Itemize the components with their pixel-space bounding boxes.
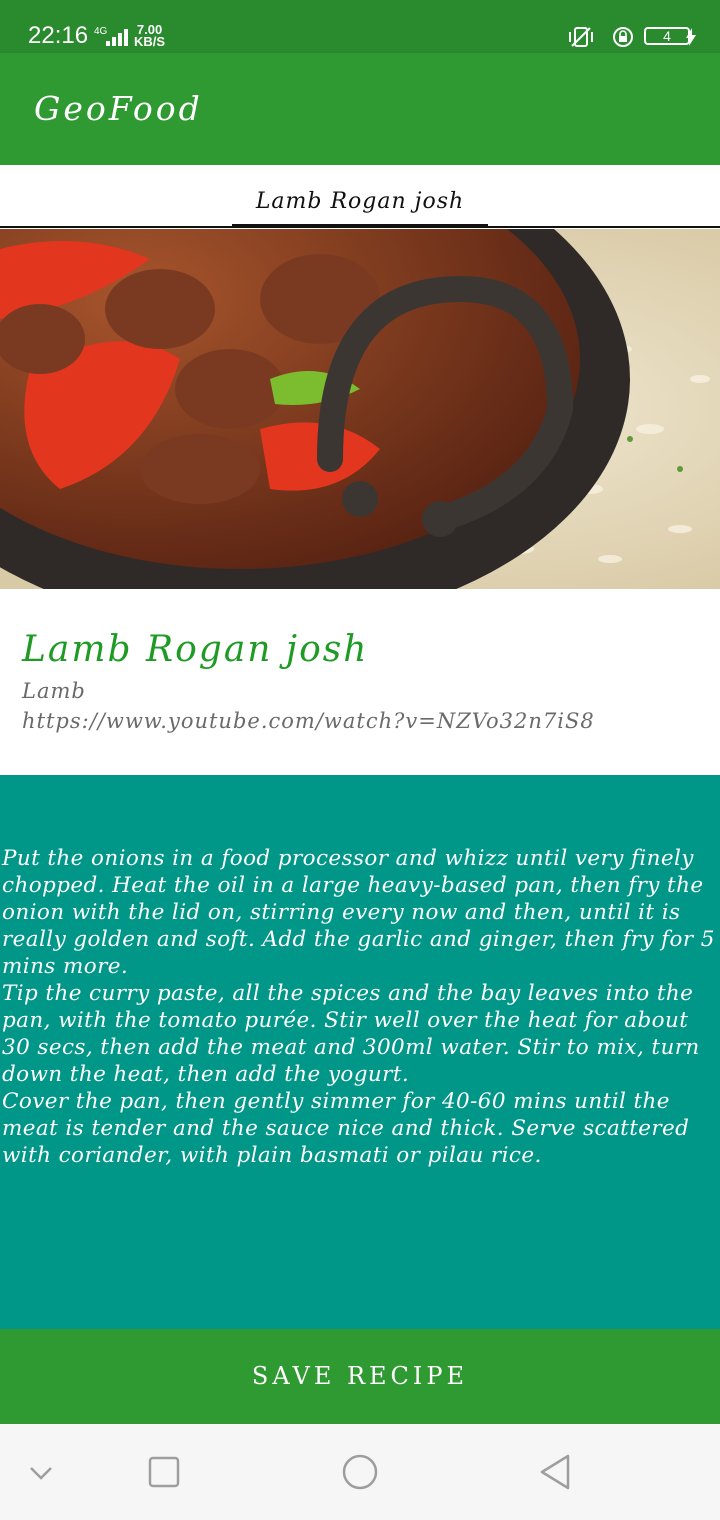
recipe-title: Lamb Rogan josh <box>22 629 369 670</box>
save-recipe-button[interactable]: SAVE RECIPE <box>0 1329 720 1424</box>
recipe-category: Lamb <box>22 679 86 703</box>
instructions-panel: Put the onions in a food processor and w… <box>0 775 720 1329</box>
instruction-paragraph: Tip the curry paste, all the spices and … <box>2 981 700 1087</box>
recipe-info: Lamb Rogan josh Lamb https://www.youtube… <box>0 589 720 775</box>
tab-indicator <box>232 224 488 228</box>
lock-rotation-icon <box>613 27 633 47</box>
tab-bar: Lamb Rogan josh <box>0 165 720 228</box>
instructions-text: Put the onions in a food processor and w… <box>2 845 718 1169</box>
instruction-paragraph: Put the onions in a food processor and w… <box>2 846 715 979</box>
speed-unit: KB/S <box>134 34 166 49</box>
battery-icon: 4 <box>644 27 690 45</box>
vibrate-icon <box>569 27 593 47</box>
recipe-video-link[interactable]: https://www.youtube.com/watch?v=NZVo32n7… <box>22 709 595 733</box>
tab-label: Lamb Rogan josh <box>255 189 465 214</box>
circle-icon[interactable] <box>335 1452 385 1492</box>
recipe-image <box>0 229 720 589</box>
status-time: 22:16 <box>28 22 89 49</box>
status-bar: 22:16 4G 7.00 KB/S 4 <box>0 0 720 53</box>
charging-icon <box>686 28 696 46</box>
instruction-paragraph: Cover the pan, then gently simmer for 40… <box>2 1089 690 1168</box>
battery-level: 4 <box>663 28 671 44</box>
app-title: GeoFood <box>34 89 203 128</box>
network-speed: 7.00 KB/S <box>134 23 166 49</box>
tab-recipe[interactable]: Lamb Rogan josh <box>232 165 488 228</box>
app-bar: GeoFood <box>0 53 720 165</box>
chevron-down-icon[interactable] <box>16 1452 66 1492</box>
navigation-bar <box>0 1424 720 1520</box>
save-recipe-label: SAVE RECIPE <box>251 1362 469 1390</box>
dish-illustration <box>0 229 720 589</box>
signal-icon <box>106 28 130 46</box>
square-icon[interactable] <box>139 1452 189 1492</box>
triangle-back-icon[interactable] <box>530 1452 580 1492</box>
